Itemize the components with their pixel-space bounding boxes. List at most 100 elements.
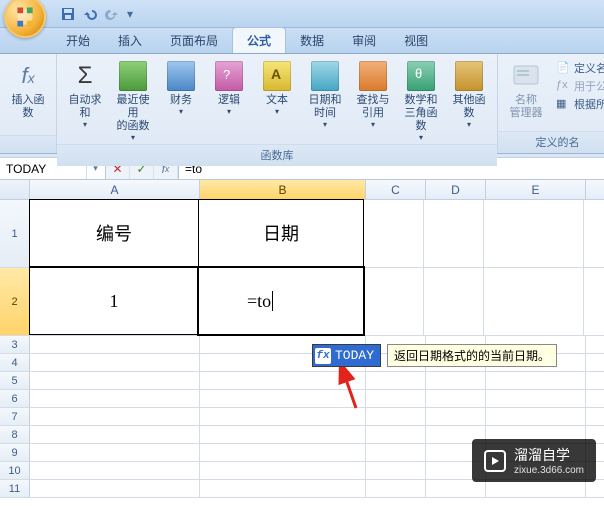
cell[interactable] (30, 426, 200, 443)
cell[interactable] (486, 390, 586, 407)
cell[interactable] (30, 354, 200, 371)
select-all-button[interactable] (0, 180, 30, 199)
row-header-6[interactable]: 6 (0, 390, 30, 407)
financial-button[interactable]: 财务▾ (159, 58, 203, 118)
cell[interactable] (426, 408, 486, 425)
cell-A2[interactable]: 1 (29, 267, 199, 335)
cell[interactable] (30, 480, 200, 497)
book-icon (309, 60, 341, 92)
redo-icon[interactable] (104, 6, 120, 22)
cell-E2[interactable] (484, 268, 584, 335)
name-manager-button[interactable]: 名称 管理器 (504, 58, 548, 122)
cell-C1[interactable] (364, 200, 424, 267)
cell[interactable] (30, 444, 200, 461)
row-header-11[interactable]: 11 (0, 480, 30, 497)
row-header-5[interactable]: 5 (0, 372, 30, 389)
cell[interactable] (30, 372, 200, 389)
qat-dropdown-icon[interactable]: ▾ (126, 8, 134, 20)
quick-access-toolbar: ▾ (60, 6, 134, 22)
book-icon: θ (405, 60, 437, 92)
cell[interactable] (200, 462, 366, 479)
cell-C2[interactable] (364, 268, 424, 335)
cell-D2[interactable] (424, 268, 484, 335)
recently-used-button[interactable]: 最近使用 的函数▾ (111, 58, 155, 144)
fx-icon: fx (315, 348, 331, 364)
tab-review[interactable]: 审阅 (338, 28, 390, 53)
tab-data[interactable]: 数据 (286, 28, 338, 53)
cell[interactable] (200, 480, 366, 497)
tab-formulas[interactable]: 公式 (232, 27, 286, 53)
datetime-button[interactable]: 日期和 时间▾ (303, 58, 347, 131)
tab-home[interactable]: 开始 (52, 28, 104, 53)
lookup-button[interactable]: 查找与 引用▾ (351, 58, 395, 131)
cell[interactable] (200, 426, 366, 443)
tab-view[interactable]: 视图 (390, 28, 442, 53)
cell[interactable] (486, 480, 586, 497)
text-button[interactable]: A 文本▾ (255, 58, 299, 118)
row-header-10[interactable]: 10 (0, 462, 30, 479)
autosum-button[interactable]: Σ 自动求和▾ (63, 58, 107, 131)
cell[interactable] (366, 480, 426, 497)
fx-icon: fx (12, 60, 44, 92)
cell[interactable] (366, 444, 426, 461)
row-header-7[interactable]: 7 (0, 408, 30, 425)
ribbon: fx 插入函数 Σ 自动求和▾ 最近使用 的函数▾ 财务▾ ? 逻辑▾ (0, 54, 604, 154)
cell-E1[interactable] (484, 200, 584, 267)
row-header-8[interactable]: 8 (0, 426, 30, 443)
col-header-C[interactable]: C (366, 180, 426, 199)
cell[interactable] (200, 390, 366, 407)
cell-A1[interactable]: 编号 (29, 199, 199, 267)
cell[interactable] (200, 408, 366, 425)
row-header-3[interactable]: 3 (0, 336, 30, 353)
sigma-icon: Σ (69, 60, 101, 92)
row-header-1[interactable]: 1 (0, 200, 30, 267)
cell[interactable] (486, 408, 586, 425)
use-in-formula-button[interactable]: ƒx用于公 (556, 78, 604, 94)
cell[interactable] (426, 372, 486, 389)
undo-icon[interactable] (82, 6, 98, 22)
cell[interactable] (30, 462, 200, 479)
cell[interactable] (30, 390, 200, 407)
logical-button[interactable]: ? 逻辑▾ (207, 58, 251, 118)
tab-insert[interactable]: 插入 (104, 28, 156, 53)
watermark-brand: 溜溜自学 (514, 447, 570, 463)
cell[interactable] (366, 408, 426, 425)
row-header-9[interactable]: 9 (0, 444, 30, 461)
name-manager-icon (510, 60, 542, 92)
group-label-defined-names: 定义的名◢ (498, 131, 604, 153)
tag-icon: 📄 (556, 61, 570, 75)
math-trig-button[interactable]: θ 数学和 三角函数▾ (399, 58, 443, 144)
defined-names-list: 📄定义名 ƒx用于公 ▦根据所 (552, 58, 604, 114)
office-button[interactable] (4, 0, 46, 38)
col-header-E[interactable]: E (486, 180, 586, 199)
cell[interactable] (30, 336, 200, 353)
column-headers: A B C D E (0, 180, 604, 200)
row-header-2[interactable]: 2 (0, 268, 30, 335)
row-header-4[interactable]: 4 (0, 354, 30, 371)
cell[interactable] (486, 372, 586, 389)
define-name-button[interactable]: 📄定义名 (556, 60, 604, 76)
cell[interactable] (200, 372, 366, 389)
cell[interactable] (426, 390, 486, 407)
autocomplete-item-today[interactable]: fx TODAY (312, 344, 381, 367)
insert-function-button[interactable]: fx 插入函数 (6, 58, 50, 122)
play-icon (484, 450, 506, 472)
cell[interactable] (30, 408, 200, 425)
col-header-B[interactable]: B (200, 180, 366, 199)
cell-D1[interactable] (424, 200, 484, 267)
create-from-selection-button[interactable]: ▦根据所 (556, 96, 604, 112)
cell[interactable] (366, 372, 426, 389)
title-bar: ▾ (0, 0, 604, 28)
save-icon[interactable] (60, 6, 76, 22)
cell[interactable] (366, 426, 426, 443)
cell[interactable] (426, 480, 486, 497)
more-functions-button[interactable]: 其他函数▾ (447, 58, 491, 131)
cell-B1[interactable]: 日期 (198, 199, 364, 267)
tab-page-layout[interactable]: 页面布局 (156, 28, 232, 53)
col-header-D[interactable]: D (426, 180, 486, 199)
col-header-A[interactable]: A (30, 180, 200, 199)
cell-B2-editing[interactable]: =to (198, 267, 364, 335)
cell[interactable] (366, 390, 426, 407)
cell[interactable] (366, 462, 426, 479)
cell[interactable] (200, 444, 366, 461)
